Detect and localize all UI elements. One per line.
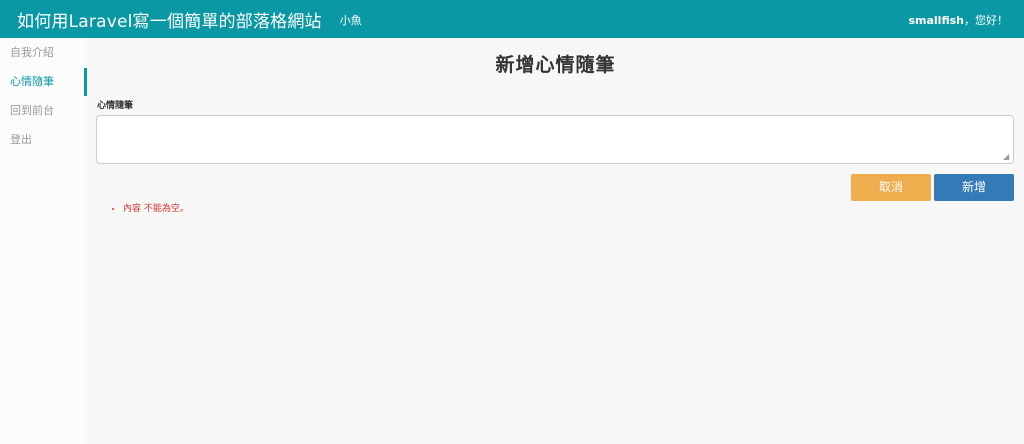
error-list: 內容 不能為空。 (123, 202, 189, 216)
page-title: 新增心情隨筆 (495, 54, 616, 76)
submit-button[interactable]: 新增 (934, 174, 1014, 201)
sidebar-item-label: 回到前台 (10, 104, 54, 117)
error-message: 內容 不能為空。 (123, 202, 189, 216)
cancel-button[interactable]: 取消 (851, 174, 931, 201)
main-content: 新增心情隨筆 心情隨筆 ◢ 取消 新增 內容 不能為空。 (87, 38, 1024, 444)
sidebar-item-label: 心情隨筆 (10, 75, 54, 88)
greeting-suffix: ，您好！ (964, 14, 1008, 27)
sidebar-item-logout[interactable]: 登出 (0, 125, 87, 154)
top-navbar: 如何用Laravel寫一個簡單的部落格網站 小魚 smallfish，您好！ (0, 0, 1024, 38)
sidebar: 自我介紹 心情隨筆 回到前台 登出 (0, 38, 87, 444)
user-greeting: smallfish，您好！ (908, 12, 1008, 28)
site-title[interactable]: 如何用Laravel寫一個簡單的部落格網站 (17, 7, 322, 32)
sidebar-item-frontend[interactable]: 回到前台 (0, 96, 87, 125)
site-subtitle-link[interactable]: 小魚 (340, 12, 362, 28)
sidebar-item-label: 登出 (10, 133, 32, 146)
mood-textarea[interactable] (96, 115, 1014, 164)
sidebar-item-mood-notes[interactable]: 心情隨筆 (0, 67, 87, 96)
resize-handle-icon[interactable]: ◢ (1003, 153, 1011, 161)
user-name: smallfish (908, 14, 964, 27)
sidebar-item-label: 自我介紹 (10, 46, 54, 59)
field-label: 心情隨筆 (97, 101, 134, 111)
sidebar-item-about[interactable]: 自我介紹 (0, 38, 87, 67)
